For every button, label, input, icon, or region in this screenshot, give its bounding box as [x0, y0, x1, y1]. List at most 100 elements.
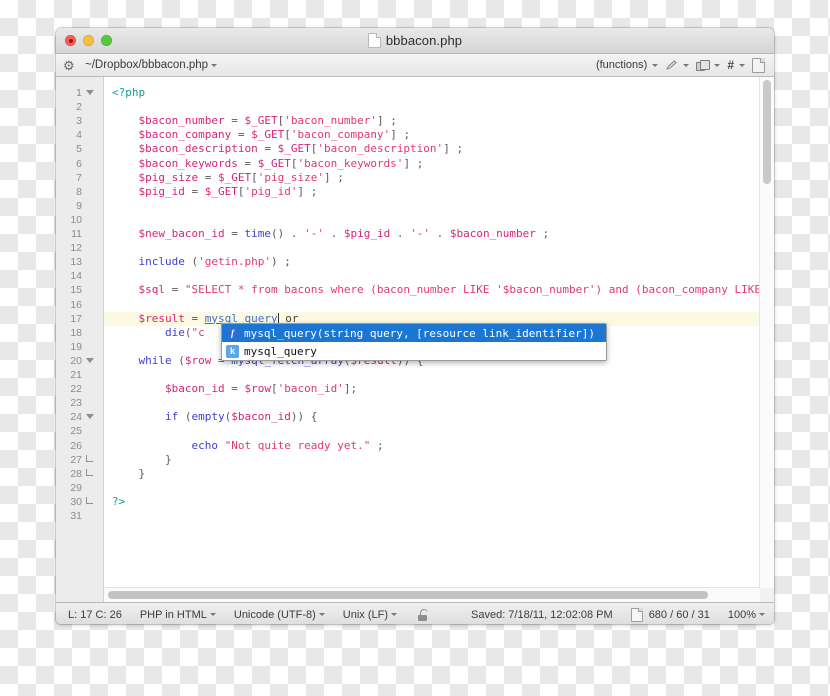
line-number[interactable]: 13 [56, 255, 103, 269]
line-numbers-menu[interactable]: # [725, 59, 747, 71]
functions-menu[interactable]: (functions) [594, 59, 660, 71]
line-number[interactable]: 18 [56, 326, 103, 340]
code-line[interactable] [104, 199, 112, 213]
line-number[interactable]: 23 [56, 396, 103, 410]
split-view-menu[interactable] [694, 59, 722, 71]
code-line[interactable] [104, 298, 112, 312]
chevron-down-icon [391, 613, 398, 616]
code-line[interactable]: $bacon_company = $_GET['bacon_company'] … [104, 128, 411, 142]
line-number[interactable]: 15 [56, 283, 103, 297]
code-line[interactable]: $pig_size = $_GET['pig_size'] ; [104, 171, 344, 185]
line-number[interactable]: 4 [56, 128, 103, 142]
gear-icon[interactable]: ⚙ [63, 59, 76, 72]
theme-menu[interactable] [663, 59, 691, 71]
line-number[interactable]: 5 [56, 142, 103, 156]
line-number[interactable]: 26 [56, 439, 103, 453]
line-number-gutter[interactable]: 1 2 3 4 5 6 7 8 9 10 11 12 13 14 15 16 17 18 19 20 21 22 23 24 2… [56, 77, 104, 602]
line-number[interactable]: 11 [56, 227, 103, 241]
horizontal-scrollbar[interactable] [104, 587, 760, 602]
code-line[interactable] [104, 213, 112, 227]
fold-open-icon[interactable] [82, 89, 97, 97]
line-number[interactable]: 21 [56, 368, 103, 382]
line-number[interactable]: 7 [56, 171, 103, 185]
code-line[interactable]: $bacon_description = $_GET['bacon_descri… [104, 142, 464, 156]
line-number[interactable]: 6 [56, 157, 103, 171]
vertical-scrollbar[interactable] [759, 77, 774, 588]
line-number[interactable]: 31 [56, 509, 103, 523]
code-line[interactable] [104, 481, 112, 495]
line-number[interactable]: 20 [56, 354, 103, 368]
window-titlebar[interactable]: bbbacon.php [56, 28, 774, 54]
code-line[interactable]: $bacon_number = $_GET['bacon_number'] ; [104, 114, 397, 128]
line-number-label: 16 [70, 298, 82, 311]
line-number-label: 28 [70, 467, 82, 480]
code-line[interactable]: include ('getin.php') ; [104, 255, 291, 269]
horizontal-scrollbar-thumb[interactable] [108, 591, 708, 599]
line-endings-menu[interactable]: Unix (LF) [334, 609, 406, 621]
code-line[interactable]: <?php [104, 86, 145, 100]
code-line[interactable] [104, 509, 112, 523]
code-line[interactable] [104, 241, 112, 255]
code-line[interactable]: $new_bacon_id = time() . '-' . $pig_id .… [104, 227, 550, 241]
line-number[interactable]: 1 [56, 86, 103, 100]
line-number[interactable]: 25 [56, 424, 103, 438]
line-number-label: 29 [70, 481, 82, 494]
fold-end-icon[interactable] [82, 469, 97, 478]
line-number[interactable]: 10 [56, 213, 103, 227]
line-number[interactable]: 22 [56, 382, 103, 396]
vertical-scrollbar-thumb[interactable] [763, 80, 771, 184]
code-line[interactable]: die("c [104, 326, 205, 340]
autocomplete-item[interactable]: k mysql_query [222, 342, 606, 360]
line-number[interactable]: 28 [56, 467, 103, 481]
code-line[interactable]: } [104, 467, 146, 481]
code-line[interactable]: $pig_id = $_GET['pig_id'] ; [104, 185, 318, 199]
file-path-menu[interactable]: ~/Dropbox/bbbacon.php [85, 59, 218, 71]
chevron-down-icon [683, 63, 690, 67]
code-line[interactable] [104, 340, 112, 354]
code-line[interactable]: ?> [104, 495, 125, 509]
line-number[interactable]: 12 [56, 241, 103, 255]
code-line[interactable] [104, 100, 112, 114]
line-number[interactable]: 14 [56, 269, 103, 283]
encoding-menu[interactable]: Unicode (UTF-8) [225, 609, 334, 621]
code-line[interactable]: $bacon_id = $row['bacon_id']; [104, 382, 357, 396]
fold-open-icon[interactable] [82, 357, 97, 365]
fold-open-icon[interactable] [82, 413, 97, 421]
code-line[interactable]: $bacon_keywords = $_GET['bacon_keywords'… [104, 157, 424, 171]
line-number[interactable]: 8 [56, 185, 103, 199]
line-number[interactable]: 27 [56, 453, 103, 467]
toolbar-right-group: (functions) # [594, 57, 774, 73]
language-menu[interactable]: PHP in HTML [131, 609, 225, 621]
line-number[interactable]: 9 [56, 199, 103, 213]
line-number[interactable]: 19 [56, 340, 103, 354]
line-number[interactable]: 16 [56, 298, 103, 312]
code-line[interactable] [104, 269, 112, 283]
code-line[interactable]: echo "Not quite ready yet." ; [104, 439, 384, 453]
line-number[interactable]: 24 [56, 410, 103, 424]
code-line[interactable] [104, 368, 112, 382]
code-line[interactable] [104, 396, 112, 410]
code-line[interactable]: } [104, 453, 172, 467]
code-editor[interactable]: 1 2 3 4 5 6 7 8 9 10 11 12 13 14 15 16 17 18 19 20 21 22 23 24 2… [56, 77, 774, 602]
documents-button[interactable] [750, 57, 767, 73]
line-number[interactable]: 3 [56, 114, 103, 128]
line-number[interactable]: 17 [56, 312, 103, 326]
line-number[interactable]: 29 [56, 481, 103, 495]
language-label: PHP in HTML [139, 608, 207, 621]
line-number[interactable]: 2 [56, 100, 103, 114]
keyword-icon: k [226, 344, 239, 358]
code-line[interactable]: if (empty($bacon_id)) { [104, 410, 317, 424]
code-line[interactable] [104, 424, 112, 438]
zoom-label: 100% [727, 608, 756, 621]
fold-end-icon[interactable] [82, 497, 97, 506]
line-number[interactable]: 30 [56, 495, 103, 509]
autocomplete-item[interactable]: f mysql_query(string query, [resource lin… [222, 324, 606, 342]
zoom-menu[interactable]: 100% [719, 609, 774, 621]
code-line[interactable]: $sql = "SELECT * from bacons where (baco… [104, 283, 775, 297]
pencil-icon [665, 59, 678, 71]
autocomplete-popup[interactable]: f mysql_query(string query, [resource lin… [221, 323, 607, 361]
chevron-down-icon [209, 613, 216, 616]
document-stats-label: 680 / 60 / 31 [648, 608, 710, 621]
unlocked-icon[interactable] [406, 608, 439, 621]
fold-end-icon[interactable] [82, 455, 97, 464]
